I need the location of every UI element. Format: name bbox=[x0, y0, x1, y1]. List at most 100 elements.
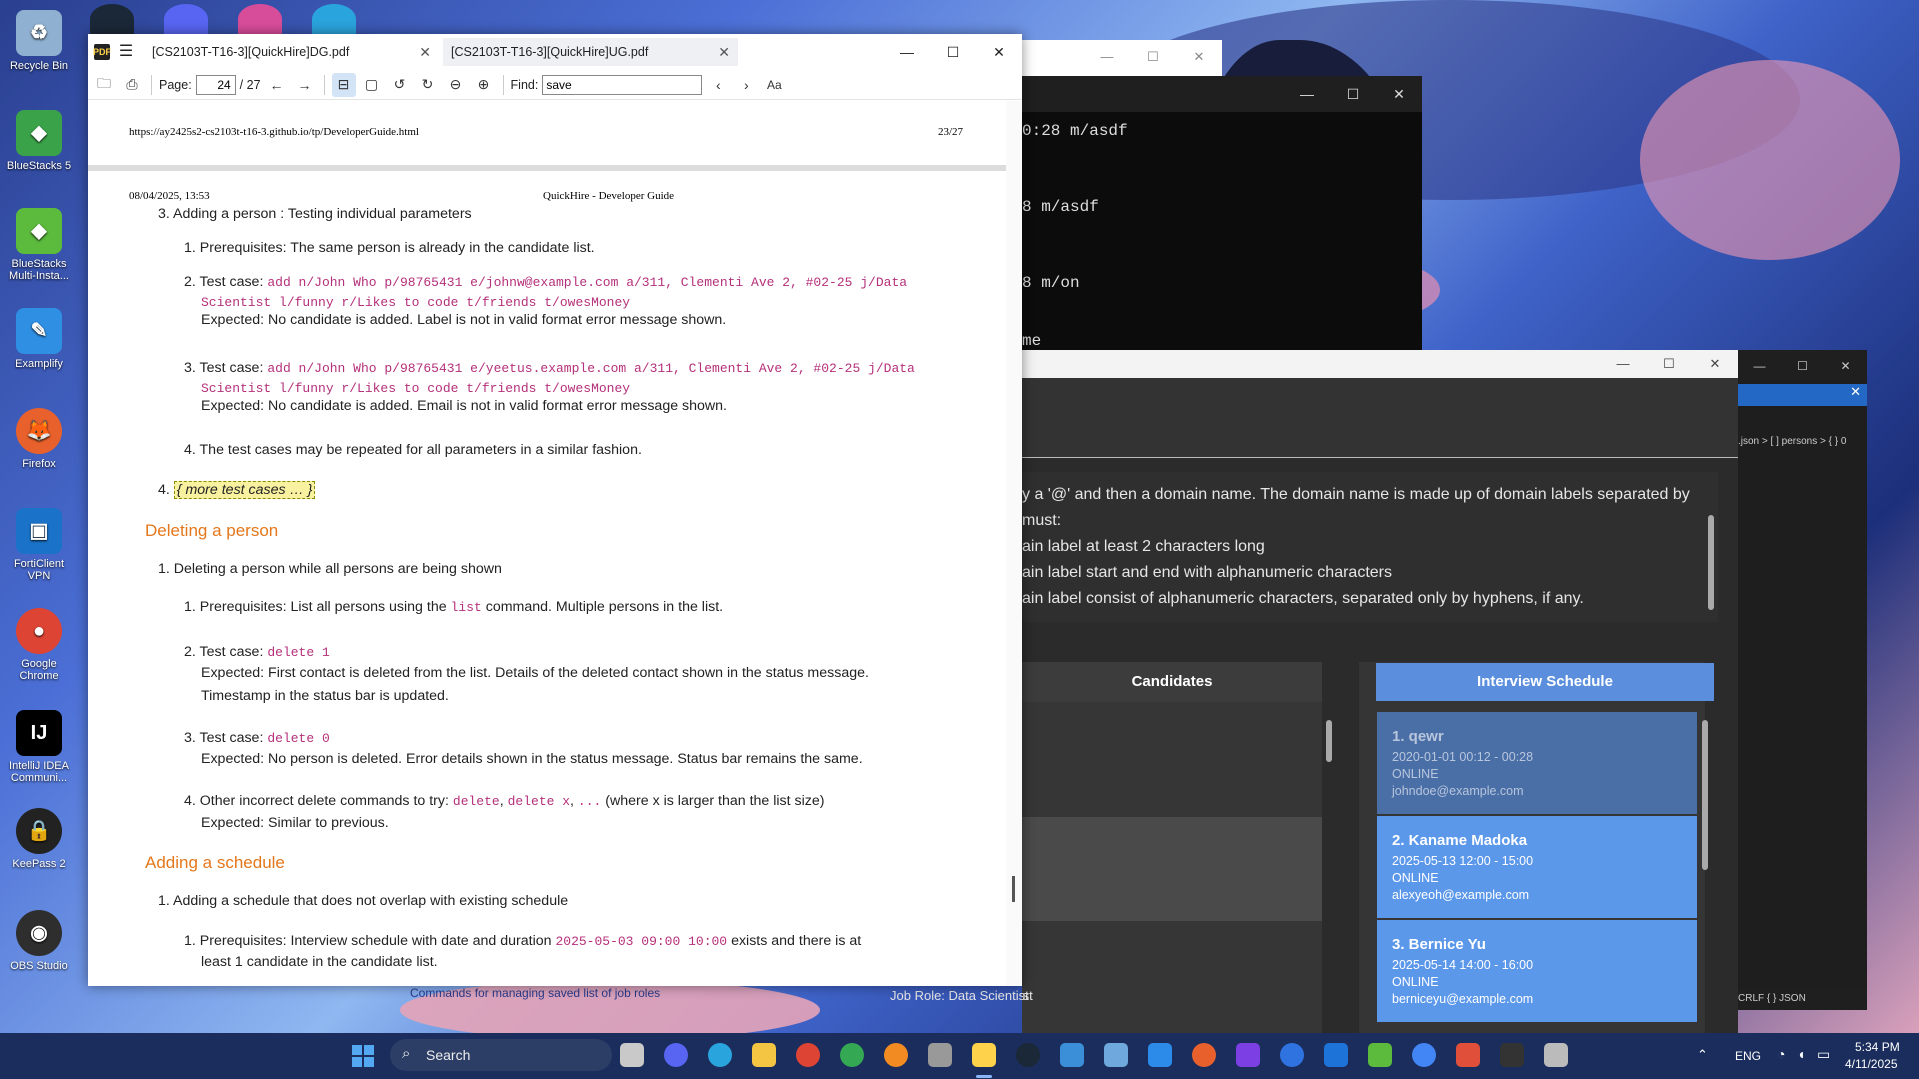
prev-page-icon[interactable]: ← bbox=[265, 73, 289, 97]
zoom-out-icon[interactable]: ⊖ bbox=[444, 73, 468, 97]
scrollbar-thumb[interactable] bbox=[1012, 876, 1015, 902]
task-view-icon[interactable] bbox=[620, 1043, 644, 1067]
desktop-icon-intellij[interactable]: IJ IntelliJ IDEA Communi... bbox=[4, 710, 74, 784]
desktop-icon-obs[interactable]: ◉ OBS Studio bbox=[4, 910, 74, 972]
match-case-icon[interactable]: Aa bbox=[762, 73, 786, 97]
volume-icon[interactable]: ◖ bbox=[1797, 1046, 1805, 1062]
close-icon[interactable]: ✕ bbox=[419, 44, 431, 61]
notepad-icon[interactable] bbox=[1104, 1043, 1128, 1067]
terminal-window[interactable]: — ☐ ✕ 0:28 m/asdf 8 m/asdf 8 m/on me bbox=[1022, 76, 1422, 376]
minimize-icon[interactable]: — bbox=[1600, 350, 1646, 378]
vscode-window[interactable]: — ☐ ✕ ✕ .json > [ ] persons > { } 0 CRLF… bbox=[1738, 350, 1867, 1010]
tab-dg[interactable]: [CS2103T-T16-3][QuickHire]DG.pdf ✕ bbox=[144, 38, 439, 66]
rotate-left-icon[interactable]: ↺ bbox=[388, 73, 412, 97]
close-icon[interactable]: ✕ bbox=[976, 44, 1022, 61]
candidate-card[interactable] bbox=[1022, 817, 1322, 921]
chrome-alt-icon[interactable] bbox=[884, 1043, 908, 1067]
find-prev-icon[interactable]: ‹ bbox=[706, 73, 730, 97]
quickhire-window[interactable]: — ☐ ✕ y a '@' and then a domain name. Th… bbox=[1022, 350, 1738, 1040]
photos-icon[interactable] bbox=[1060, 1043, 1084, 1067]
menu-icon[interactable]: ☰ bbox=[116, 42, 136, 62]
recycle-bin-icon: ♻ bbox=[16, 10, 62, 56]
steam-icon[interactable] bbox=[1016, 1043, 1040, 1067]
rotate-right-icon[interactable]: ↻ bbox=[416, 73, 440, 97]
vscode-active-tab[interactable]: ✕ bbox=[1738, 384, 1867, 406]
intellij-icon[interactable] bbox=[1236, 1043, 1260, 1067]
maximize-icon[interactable]: ☐ bbox=[930, 44, 976, 61]
wifi-icon[interactable]: ◔ bbox=[1777, 1046, 1785, 1062]
desktop-icon-bluestacks-multi[interactable]: ◆ BlueStacks Multi-Insta... bbox=[4, 208, 74, 282]
pdf-viewer-window[interactable]: PDF ☰ [CS2103T-T16-3][QuickHire]DG.pdf ✕… bbox=[88, 34, 1022, 986]
steam-icon[interactable] bbox=[90, 4, 134, 34]
maximize-icon[interactable]: ☐ bbox=[1646, 350, 1692, 378]
start-button[interactable] bbox=[352, 1045, 374, 1067]
mail-icon[interactable] bbox=[1324, 1043, 1348, 1067]
bluestacks-icon[interactable] bbox=[1368, 1043, 1392, 1067]
schedule-card[interactable]: 1. qewr 2020-01-01 00:12 - 00:28 ONLINE … bbox=[1377, 712, 1697, 814]
close-icon[interactable]: ✕ bbox=[1824, 350, 1867, 382]
print-icon[interactable]: ⎙ bbox=[120, 73, 144, 97]
battery-icon[interactable]: ▭ bbox=[1817, 1046, 1830, 1063]
chrome-profile-icon[interactable] bbox=[840, 1043, 864, 1067]
vscode-icon[interactable] bbox=[1148, 1043, 1172, 1067]
telegram-icon[interactable] bbox=[312, 4, 356, 34]
sumatra-pdf-icon[interactable] bbox=[972, 1043, 996, 1067]
pdf-content-area[interactable]: https://ay2425s2-cs2103t-t16-3.github.io… bbox=[88, 101, 1022, 986]
vscode-breadcrumb[interactable]: .json > [ ] persons > { } 0 bbox=[1738, 436, 1846, 447]
chrome-icon[interactable] bbox=[796, 1043, 820, 1067]
desktop-icon-bluestacks[interactable]: ◆ BlueStacks 5 bbox=[4, 110, 74, 172]
candidate-scrollbar[interactable] bbox=[1326, 720, 1332, 762]
maximize-icon[interactable]: ☐ bbox=[1130, 40, 1176, 74]
language-indicator[interactable]: ENG bbox=[1735, 1049, 1761, 1063]
minimize-icon[interactable]: — bbox=[1084, 40, 1130, 74]
minimize-icon[interactable]: — bbox=[884, 44, 930, 61]
minimize-icon[interactable]: — bbox=[1284, 76, 1330, 112]
firefox-icon[interactable] bbox=[1192, 1043, 1216, 1067]
page-number-input[interactable] bbox=[195, 74, 236, 95]
telegram-icon[interactable] bbox=[708, 1043, 732, 1067]
find-input[interactable] bbox=[542, 74, 703, 95]
pdf-scrollbar[interactable] bbox=[1006, 101, 1022, 986]
git-icon[interactable] bbox=[1456, 1043, 1480, 1067]
taskbar-search[interactable]: ⌕ Search bbox=[390, 1039, 612, 1071]
close-icon[interactable]: ✕ bbox=[1692, 350, 1738, 378]
find-next-icon[interactable]: › bbox=[734, 73, 758, 97]
chevron-up-icon[interactable]: ⌃ bbox=[1697, 1047, 1708, 1063]
fit-page-icon[interactable]: ▢ bbox=[360, 73, 384, 97]
maximize-icon[interactable]: ☐ bbox=[1781, 350, 1824, 382]
close-icon[interactable]: ✕ bbox=[1176, 40, 1222, 74]
desktop-icon-chrome[interactable]: ● Google Chrome bbox=[4, 608, 74, 682]
terminal-icon[interactable] bbox=[1500, 1043, 1524, 1067]
desktop-icon-keepass[interactable]: 🔒 KeePass 2 bbox=[4, 808, 74, 870]
close-icon[interactable]: ✕ bbox=[1376, 76, 1422, 112]
close-tab-icon[interactable]: ✕ bbox=[1850, 384, 1861, 399]
fit-width-icon[interactable]: ⊟ bbox=[331, 72, 356, 97]
minimize-icon[interactable]: — bbox=[1738, 350, 1781, 382]
background-window[interactable]: — ☐ ✕ bbox=[1022, 40, 1222, 80]
tab-ug[interactable]: [CS2103T-T16-3][QuickHire]UG.pdf ✕ bbox=[443, 38, 738, 66]
schedule-scrollbar[interactable] bbox=[1702, 720, 1708, 870]
open-folder-icon[interactable]: 🗀 bbox=[92, 73, 116, 97]
clock-date[interactable]: 4/11/2025 bbox=[1845, 1057, 1898, 1071]
next-page-icon[interactable]: → bbox=[293, 73, 317, 97]
quickhire-icon[interactable] bbox=[1544, 1043, 1568, 1067]
clock-time[interactable]: 5:34 PM bbox=[1855, 1040, 1900, 1054]
file-explorer-icon[interactable] bbox=[752, 1043, 776, 1067]
discord-icon[interactable] bbox=[164, 4, 208, 34]
close-icon[interactable]: ✕ bbox=[718, 44, 730, 61]
google-icon[interactable] bbox=[1412, 1043, 1436, 1067]
maximize-icon[interactable]: ☐ bbox=[1330, 76, 1376, 112]
maps-icon[interactable] bbox=[1280, 1043, 1304, 1067]
result-scrollbar[interactable] bbox=[1708, 515, 1714, 610]
discord-icon[interactable] bbox=[664, 1043, 688, 1067]
desktop-icon-examplify[interactable]: ✎ Examplify bbox=[4, 308, 74, 370]
app-icon[interactable] bbox=[928, 1043, 952, 1067]
zoom-in-icon[interactable]: ⊕ bbox=[472, 73, 496, 97]
schedule-card[interactable]: 3. Bernice Yu 2025-05-14 14:00 - 16:00 O… bbox=[1377, 920, 1697, 1022]
schedule-card[interactable]: 2. Kaname Madoka 2025-05-13 12:00 - 15:0… bbox=[1377, 816, 1697, 918]
command-box[interactable] bbox=[1022, 378, 1738, 458]
desktop-icon-recycle-bin[interactable]: ♻ Recycle Bin bbox=[4, 10, 74, 72]
desktop-icon-forticlient[interactable]: ▣ FortiClient VPN bbox=[4, 508, 74, 582]
desktop-icon-firefox[interactable]: 🦊 Firefox bbox=[4, 408, 74, 470]
game-app-icon[interactable] bbox=[238, 4, 282, 34]
